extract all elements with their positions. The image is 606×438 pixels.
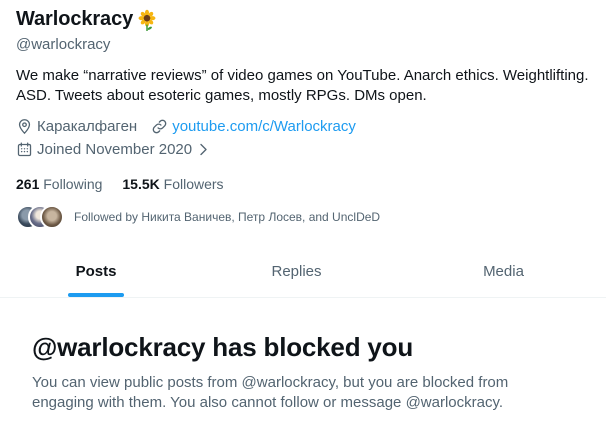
joined-text: Joined November 2020 (37, 141, 193, 158)
chevron-right-icon (200, 143, 207, 156)
tab-replies[interactable]: Replies (192, 246, 401, 297)
tab-posts[interactable]: Posts (0, 246, 192, 297)
location-pin-icon (18, 119, 31, 135)
following-link[interactable]: 261 Following (16, 176, 102, 192)
followers-link[interactable]: 15.5K Followers (122, 176, 223, 192)
calendar-icon (17, 142, 32, 157)
avatar (40, 205, 64, 229)
joined-item[interactable]: Joined November 2020 (16, 141, 211, 158)
location-text: Каракалфаген (37, 118, 138, 135)
link-icon (152, 119, 167, 134)
following-count: 261 (16, 176, 40, 192)
blocked-description: You can view public posts from @warlockr… (32, 374, 509, 411)
followed-by-avatars (16, 205, 64, 229)
tab-media[interactable]: Media (401, 246, 606, 297)
profile-tabs: Posts Replies Media (0, 246, 606, 298)
website-item[interactable]: youtube.com/c/Warlockracy (151, 118, 356, 135)
follow-stats: 261 Following 15.5K Followers (16, 176, 224, 192)
followed-by-row[interactable]: Followed by Никита Ваничев, Петр Лосев, … (16, 205, 380, 229)
followers-label: Followers (163, 176, 224, 192)
profile-handle: @warlockracy (16, 36, 111, 53)
profile-meta-row: Каракалфаген youtube.com/c/Warlockracy (16, 118, 370, 135)
tab-replies-label: Replies (271, 263, 322, 280)
website-link[interactable]: youtube.com/c/Warlockracy (172, 118, 356, 135)
tab-posts-label: Posts (75, 263, 117, 280)
display-name: Warlockracy (16, 8, 134, 30)
profile-bio: We make “narrative reviews” of video gam… (16, 67, 589, 104)
tab-media-label: Media (483, 263, 524, 280)
followed-by-text: Followed by Никита Ваничев, Петр Лосев, … (74, 210, 381, 224)
sunflower-icon (138, 9, 156, 31)
followers-count: 15.5K (122, 176, 160, 192)
blocked-title: @warlockracy has blocked you (32, 332, 414, 362)
location-item: Каракалфаген (16, 118, 137, 135)
following-label: Following (43, 176, 103, 192)
joined-row[interactable]: Joined November 2020 (16, 141, 225, 158)
active-tab-indicator (68, 293, 124, 297)
profile-name-row: Warlockracy (16, 8, 158, 31)
